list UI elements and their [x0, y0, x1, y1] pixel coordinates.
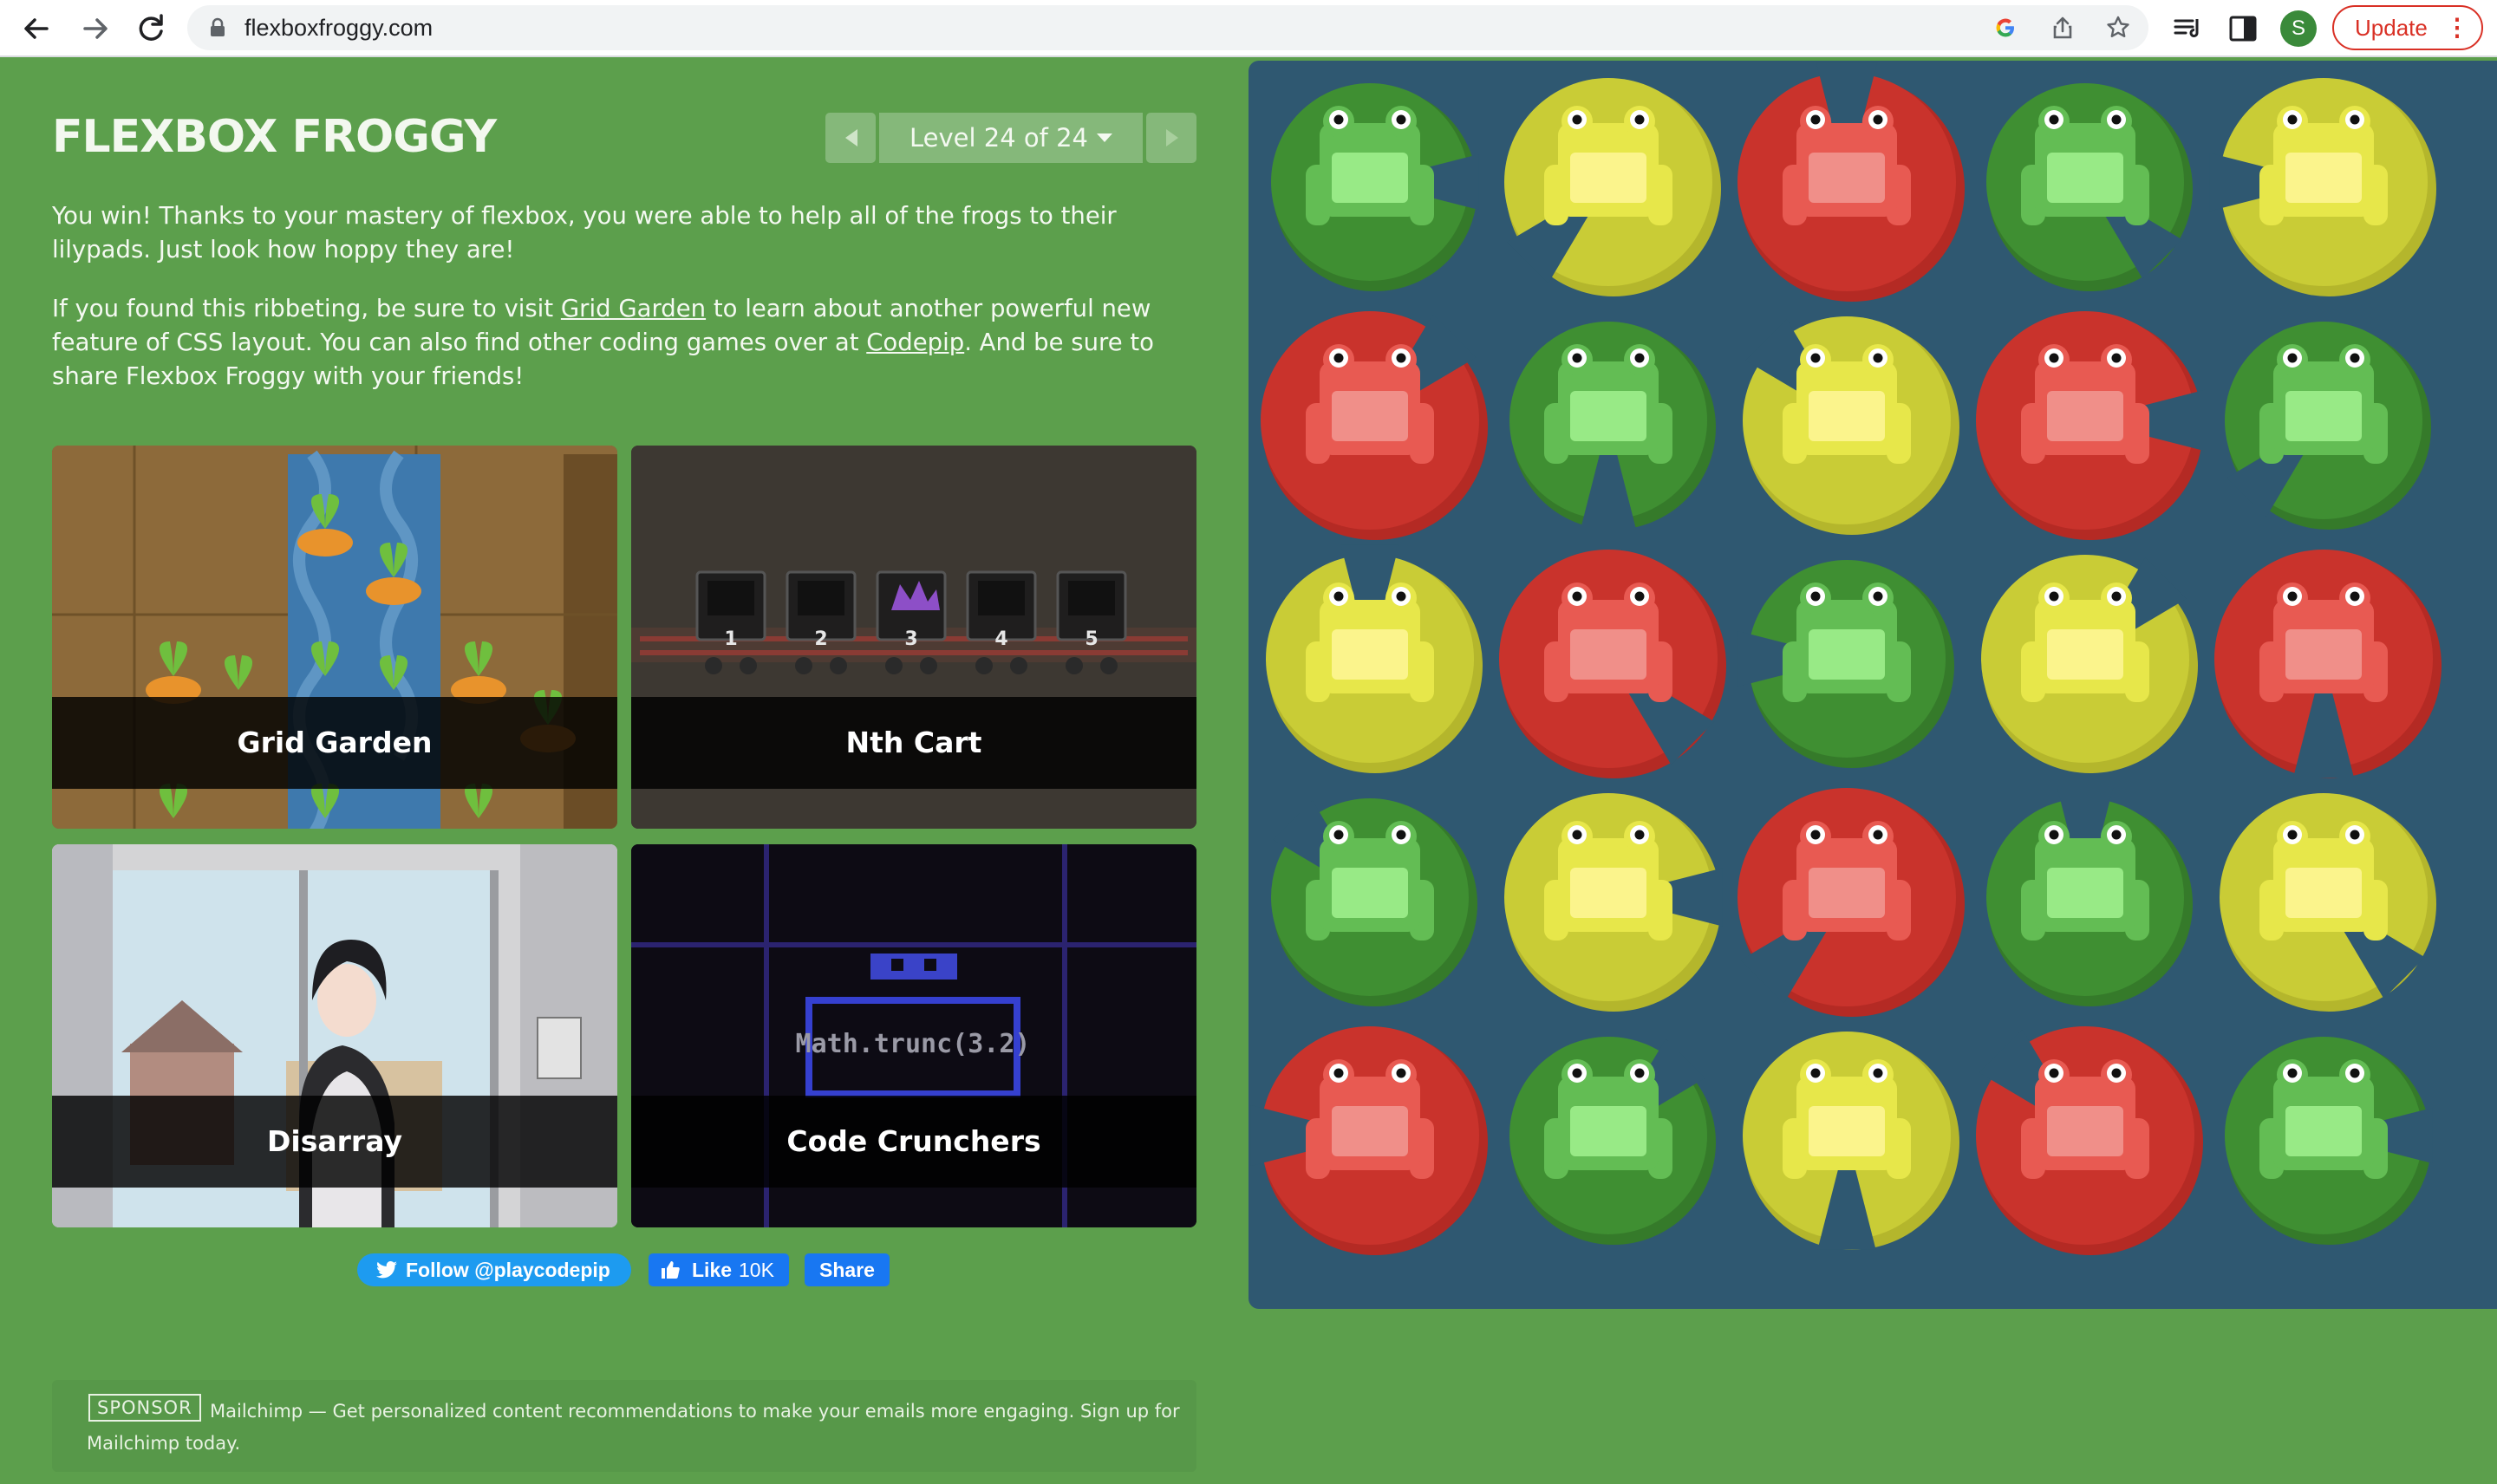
previous-level-button[interactable]	[825, 113, 876, 163]
frog-green	[1986, 788, 2193, 1006]
frog-red	[1737, 788, 1965, 1017]
frog-yellow	[1504, 78, 1721, 296]
frog-yellow	[1743, 1032, 1959, 1250]
frog-red	[2214, 550, 2442, 778]
grid-garden-card[interactable]: Grid Garden	[52, 446, 617, 829]
code-crunchers-code: Math.trunc(3.2)	[796, 1029, 1031, 1059]
page-title: FLEXBOX FROGGY	[52, 111, 497, 163]
frog-yellow	[1266, 544, 1483, 773]
like-label: Like	[692, 1259, 733, 1281]
frog-red	[1976, 1026, 2203, 1255]
twitter-follow-button[interactable]: Follow @playcodepip	[357, 1253, 631, 1286]
level-label: Level 24 of 24	[909, 123, 1088, 153]
level-navigator: Level 24 of 24	[825, 113, 1196, 163]
frog-green	[1737, 560, 1954, 768]
facebook-share-button[interactable]: Share	[805, 1253, 890, 1286]
frog-red	[1261, 311, 1488, 540]
frog-yellow	[2220, 793, 2436, 1012]
cart-number-5: 5	[1085, 628, 1098, 650]
sponsor-box[interactable]: SPONSOR Mailchimp — Get personalized con…	[52, 1380, 1196, 1472]
twitter-bird-icon	[376, 1261, 397, 1279]
frog-green	[2225, 322, 2431, 530]
facebook-like-button[interactable]: Like 10K	[649, 1253, 789, 1286]
address-bar[interactable]: flexboxfroggy.com	[187, 5, 2148, 50]
google-translate-icon[interactable]	[1991, 13, 2020, 42]
bookmark-star-icon[interactable]	[2103, 13, 2133, 42]
update-label: Update	[2355, 15, 2428, 41]
update-button[interactable]: Update ⋮	[2332, 5, 2483, 50]
frog-yellow	[1504, 793, 1723, 1012]
disarray-label: Disarray	[52, 1096, 617, 1188]
triangle-right-icon	[1166, 129, 1178, 146]
frog-yellow	[2209, 78, 2436, 296]
share-icon[interactable]	[2048, 13, 2077, 42]
reload-button[interactable]	[130, 8, 172, 49]
pond-board	[1250, 62, 2442, 1255]
frog-red	[1737, 62, 1965, 302]
frog-red	[1250, 1026, 1488, 1255]
grid-garden-link[interactable]: Grid Garden	[561, 295, 706, 322]
frog-yellow	[1981, 555, 2198, 773]
triangle-left-icon	[845, 129, 857, 146]
cart-number-1: 1	[724, 628, 737, 650]
reading-list-icon[interactable]	[2171, 12, 2204, 45]
frog-green	[2225, 1037, 2433, 1245]
cart-number-4: 4	[994, 628, 1007, 650]
caret-down-icon	[1096, 133, 1112, 142]
frog-yellow	[1743, 316, 1959, 535]
twitter-follow-label: Follow @playcodepip	[406, 1259, 610, 1281]
lock-icon	[211, 17, 225, 36]
disarray-card[interactable]: Disarray	[52, 844, 617, 1227]
level-dropdown[interactable]: Level 24 of 24	[879, 113, 1143, 163]
forward-button[interactable]	[75, 8, 116, 49]
reload-icon	[139, 14, 163, 41]
thumbs-up-icon	[662, 1261, 680, 1279]
nth-cart-label: Nth Cart	[631, 697, 1196, 789]
profile-avatar[interactable]: S	[2280, 10, 2317, 47]
nth-cart-card[interactable]: 1 2 3 4 5 Nth Cart	[631, 446, 1196, 829]
like-count: 10K	[739, 1259, 774, 1281]
url-text: flexboxfroggy.com	[244, 15, 434, 41]
promo-paragraph: If you found this ribbeting, be sure to …	[52, 292, 1202, 394]
back-button[interactable]	[16, 8, 57, 49]
frog-green	[1509, 1037, 1716, 1245]
forward-arrow-icon	[83, 18, 108, 39]
promo-text-start: If you found this ribbeting, be sure to …	[52, 295, 561, 322]
frog-green	[1271, 83, 1479, 291]
cart-number-3: 3	[904, 628, 917, 650]
codepip-link[interactable]: Codepip	[866, 329, 964, 356]
code-crunchers-card[interactable]: Math.trunc(3.2) Code Crunchers	[631, 844, 1196, 1227]
frog-red	[1976, 311, 2205, 540]
frog-red	[1499, 550, 1726, 778]
frog-green	[1986, 83, 2193, 291]
chrome-menu-icon[interactable]: ⋮	[2445, 7, 2469, 49]
win-message: You win! Thanks to your mastery of flexb…	[52, 202, 1117, 264]
cart-number-2: 2	[814, 628, 827, 650]
browser-toolbar: flexboxfroggy.com S Update ⋮	[0, 0, 2497, 57]
back-arrow-icon	[24, 18, 49, 39]
grid-garden-label: Grid Garden	[52, 697, 617, 789]
sponsor-text[interactable]: Mailchimp — Get personalized content rec…	[87, 1396, 1196, 1460]
frog-green	[1509, 322, 1716, 530]
pond	[1248, 61, 2497, 1309]
next-level-button[interactable]	[1146, 113, 1196, 163]
side-panel-icon[interactable]	[2226, 12, 2259, 45]
code-crunchers-label: Code Crunchers	[631, 1096, 1196, 1188]
frog-green	[1271, 798, 1477, 1006]
